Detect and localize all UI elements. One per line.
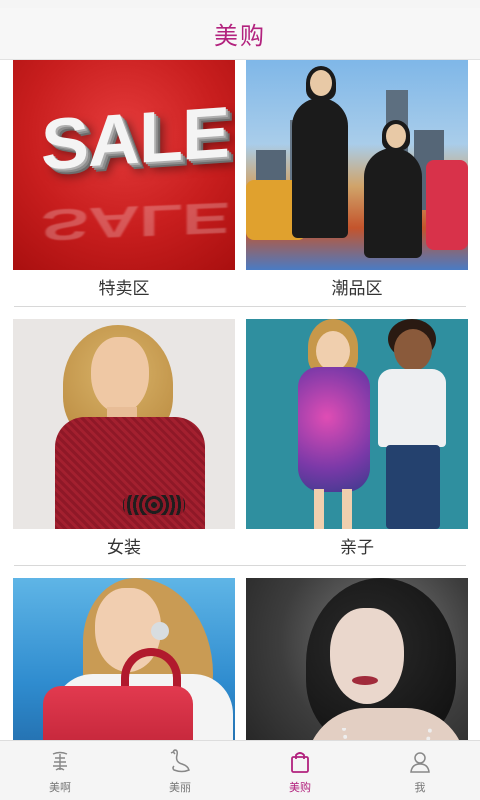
tab-label-me: 我	[414, 780, 426, 794]
tab-me[interactable]: 我	[360, 741, 480, 800]
glamour-jewelry-image	[246, 578, 468, 740]
swan-icon	[165, 747, 195, 777]
tab-label-meili: 美丽	[169, 780, 191, 794]
person-icon	[405, 747, 435, 777]
category-label-sale: 特卖区	[98, 279, 150, 299]
page-title: 美购	[214, 22, 266, 50]
kids-family-image	[246, 319, 468, 529]
shopping-bag-icon	[285, 747, 315, 777]
category-label-family: 亲子	[340, 538, 374, 558]
mei-logo-icon	[45, 747, 75, 777]
tab-label-meia: 美啊	[49, 780, 71, 794]
tab-label-meigou: 美购	[289, 780, 311, 794]
tab-meigou[interactable]: 美购	[240, 741, 360, 800]
top-header: 美购	[0, 8, 480, 60]
sale-image-text: SALE	[41, 92, 230, 186]
tab-meili[interactable]: 美丽	[120, 741, 240, 800]
women-clothing-image	[13, 319, 235, 529]
row-divider	[14, 306, 466, 307]
sale-promo-image: SALE SALE	[13, 60, 235, 270]
category-label-trendy: 潮品区	[331, 279, 383, 299]
sale-image-reflection: SALE	[41, 193, 230, 249]
row-divider	[14, 565, 466, 566]
bottom-tab-bar: 美啊 美丽 美购 我	[0, 740, 480, 800]
tab-meia[interactable]: 美啊	[0, 741, 120, 800]
category-grid[interactable]: SALE SALE 特卖区 潮品区 女装 亲子	[0, 60, 480, 740]
category-label-women: 女装	[107, 538, 141, 558]
handbag-accessories-image	[13, 578, 235, 740]
trendy-fashion-image	[246, 60, 468, 270]
status-bar	[0, 0, 480, 8]
